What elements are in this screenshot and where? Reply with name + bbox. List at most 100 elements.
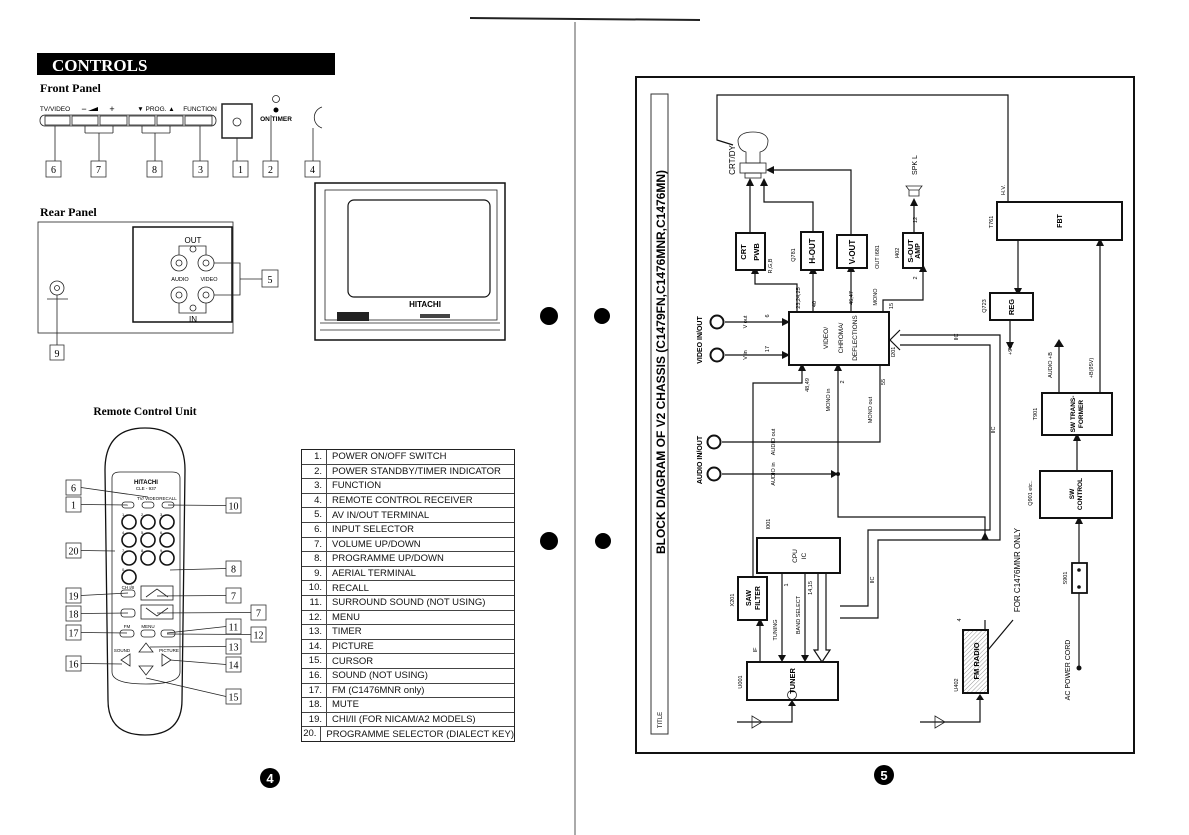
label-remote-recall: RECALL [159, 496, 177, 501]
tv-front-drawing: HITACHI [314, 182, 506, 341]
remote-key-4 [121, 532, 137, 548]
audio-out-jack [706, 434, 722, 450]
legend-text: FUNCTION [332, 480, 382, 492]
block-label: TUNER [788, 668, 797, 694]
title-label: TITLE [658, 712, 664, 728]
legend-text: SURROUND SOUND (NOT USING) [332, 597, 486, 609]
label-in: IN [189, 315, 197, 324]
label-remote-sound: SOUND [114, 648, 131, 653]
video-out-jack [709, 314, 725, 330]
label-tv-video: TV/VIDEO [40, 106, 70, 113]
diagram-annotation: 40 [812, 301, 818, 307]
block-label: H-OUT [808, 238, 817, 263]
legend-row: 18. MUTE [302, 698, 514, 713]
function-button [184, 115, 213, 126]
diagram-annotation: 6 [765, 314, 771, 317]
binder-hole [595, 533, 611, 549]
speaker-icon [905, 185, 923, 197]
legend-text: POWER STANDBY/TIMER INDICATOR [332, 465, 501, 477]
block-label: SW [1069, 488, 1076, 499]
diagram-annotation: X201 [730, 594, 736, 607]
block-diagram: BLOCK DIAGRAM OF V2 CHASSIS (C1479FN,C14… [635, 76, 1135, 754]
remote-key-8 [140, 550, 156, 566]
diagram-annotation: +9V [1008, 345, 1014, 355]
block-sw-control [1039, 470, 1113, 519]
legend-number: 4. [302, 493, 327, 508]
legend-text: MENU [332, 611, 360, 623]
legend-number: 18. [302, 698, 327, 712]
crt-tube-icon [737, 131, 769, 179]
diagram-annotation: FOR C1476MNR ONLY [1013, 527, 1022, 612]
callout-number: 6 [51, 165, 56, 176]
legend-number: 10. [302, 581, 327, 595]
legend-number: 6. [302, 522, 327, 537]
legend-row: 4. REMOTE CONTROL RECEIVER [302, 493, 514, 509]
diagram-annotation: 23,24,25 [796, 287, 802, 308]
diagram-annotation: OUT I681 [875, 245, 881, 269]
diagram-annotation: AUDIO IN/OUT [697, 435, 704, 484]
legend-number: 5. [302, 508, 327, 522]
rear-panel-heading: Rear Panel [40, 205, 97, 219]
binder-hole [540, 307, 558, 325]
legend-row: 14. PICTURE [302, 639, 514, 655]
front-panel-drawing: TV/VIDEO − + ▼ PROG. ▲ FUNCTION ON TIMER [39, 95, 323, 161]
diagram-annotation: 14,15 [808, 581, 814, 595]
legend-row: 5. AV IN/OUT TERMINAL [302, 508, 514, 523]
block-sw-transformer [1041, 392, 1113, 436]
remote-key-9 [159, 550, 175, 566]
callout-number: 7 [96, 165, 101, 176]
diagram-annotation: +B(95V) [1089, 358, 1095, 378]
legend-number: 3. [302, 479, 327, 493]
label-remote-ch: CH I/II [122, 585, 135, 590]
block-label: IC [801, 552, 808, 559]
legend-row: 12. MENU [302, 610, 514, 626]
legend-row: 19. CHI/II (FOR NICAM/A2 MODELS) [302, 712, 514, 728]
tv-screen [347, 199, 491, 298]
label-minus: − [81, 104, 86, 114]
prog-up-button [156, 115, 184, 126]
legend-number: 9. [302, 566, 327, 581]
video-in-jack [197, 286, 215, 304]
legend-row: 1. POWER ON/OFF SWITCH [302, 450, 514, 465]
legend-text: RECALL [332, 582, 369, 594]
callout-number: 14 [229, 661, 239, 672]
legend-row: 3. FUNCTION [302, 479, 514, 494]
legend-text: VOLUME UP/DOWN [332, 538, 421, 550]
remote-key-0 [121, 569, 137, 585]
block-label: PWB [752, 243, 761, 261]
callout-number: 8 [231, 565, 236, 576]
diagram-annotation: I001 [766, 519, 772, 530]
volume-ramp-icon [88, 107, 98, 111]
remote-receiver [313, 106, 323, 129]
legend-number: 14. [302, 639, 327, 654]
video-in-jack [709, 347, 725, 363]
diagram-annotation: IF [753, 647, 759, 653]
callout-number: 7 [256, 609, 261, 620]
diagram-annotation: 46,47 [849, 291, 855, 305]
legend-row: 9. AERIAL TERMINAL [302, 566, 514, 582]
diagram-annotation: 1 [784, 583, 790, 586]
legend-row: 7. VOLUME UP/DOWN [302, 537, 514, 553]
legend-text: REMOTE CONTROL RECEIVER [332, 495, 473, 507]
callout-number: 13 [229, 643, 239, 654]
page-number: 5 [880, 768, 887, 783]
label-out: OUT [185, 236, 202, 245]
block-label: CRT [739, 244, 748, 260]
diagram-annotation: 12 [913, 217, 919, 223]
legend-number: 16. [302, 668, 327, 683]
legend-number: 8. [302, 552, 327, 566]
volume-down-button [71, 115, 99, 126]
block-label: DEFLECTIONS [852, 315, 859, 361]
remote-key-1 [121, 514, 137, 530]
diagram-annotation: AC POWER CORD [1065, 640, 1072, 701]
legend-number: 17. [302, 683, 327, 698]
legend-row: 13. TIMER [302, 625, 514, 640]
diagram-annotation: V in [743, 350, 749, 359]
volume-up-button [99, 115, 128, 126]
callout-number: 2 [268, 165, 273, 176]
diagram-annotation: T901 [1033, 408, 1039, 421]
label-plus: + [109, 104, 114, 114]
block-label: FM RADIO [972, 642, 981, 679]
diagram-annotation: S901 [1063, 572, 1069, 585]
block-label: FBT [1057, 213, 1064, 227]
